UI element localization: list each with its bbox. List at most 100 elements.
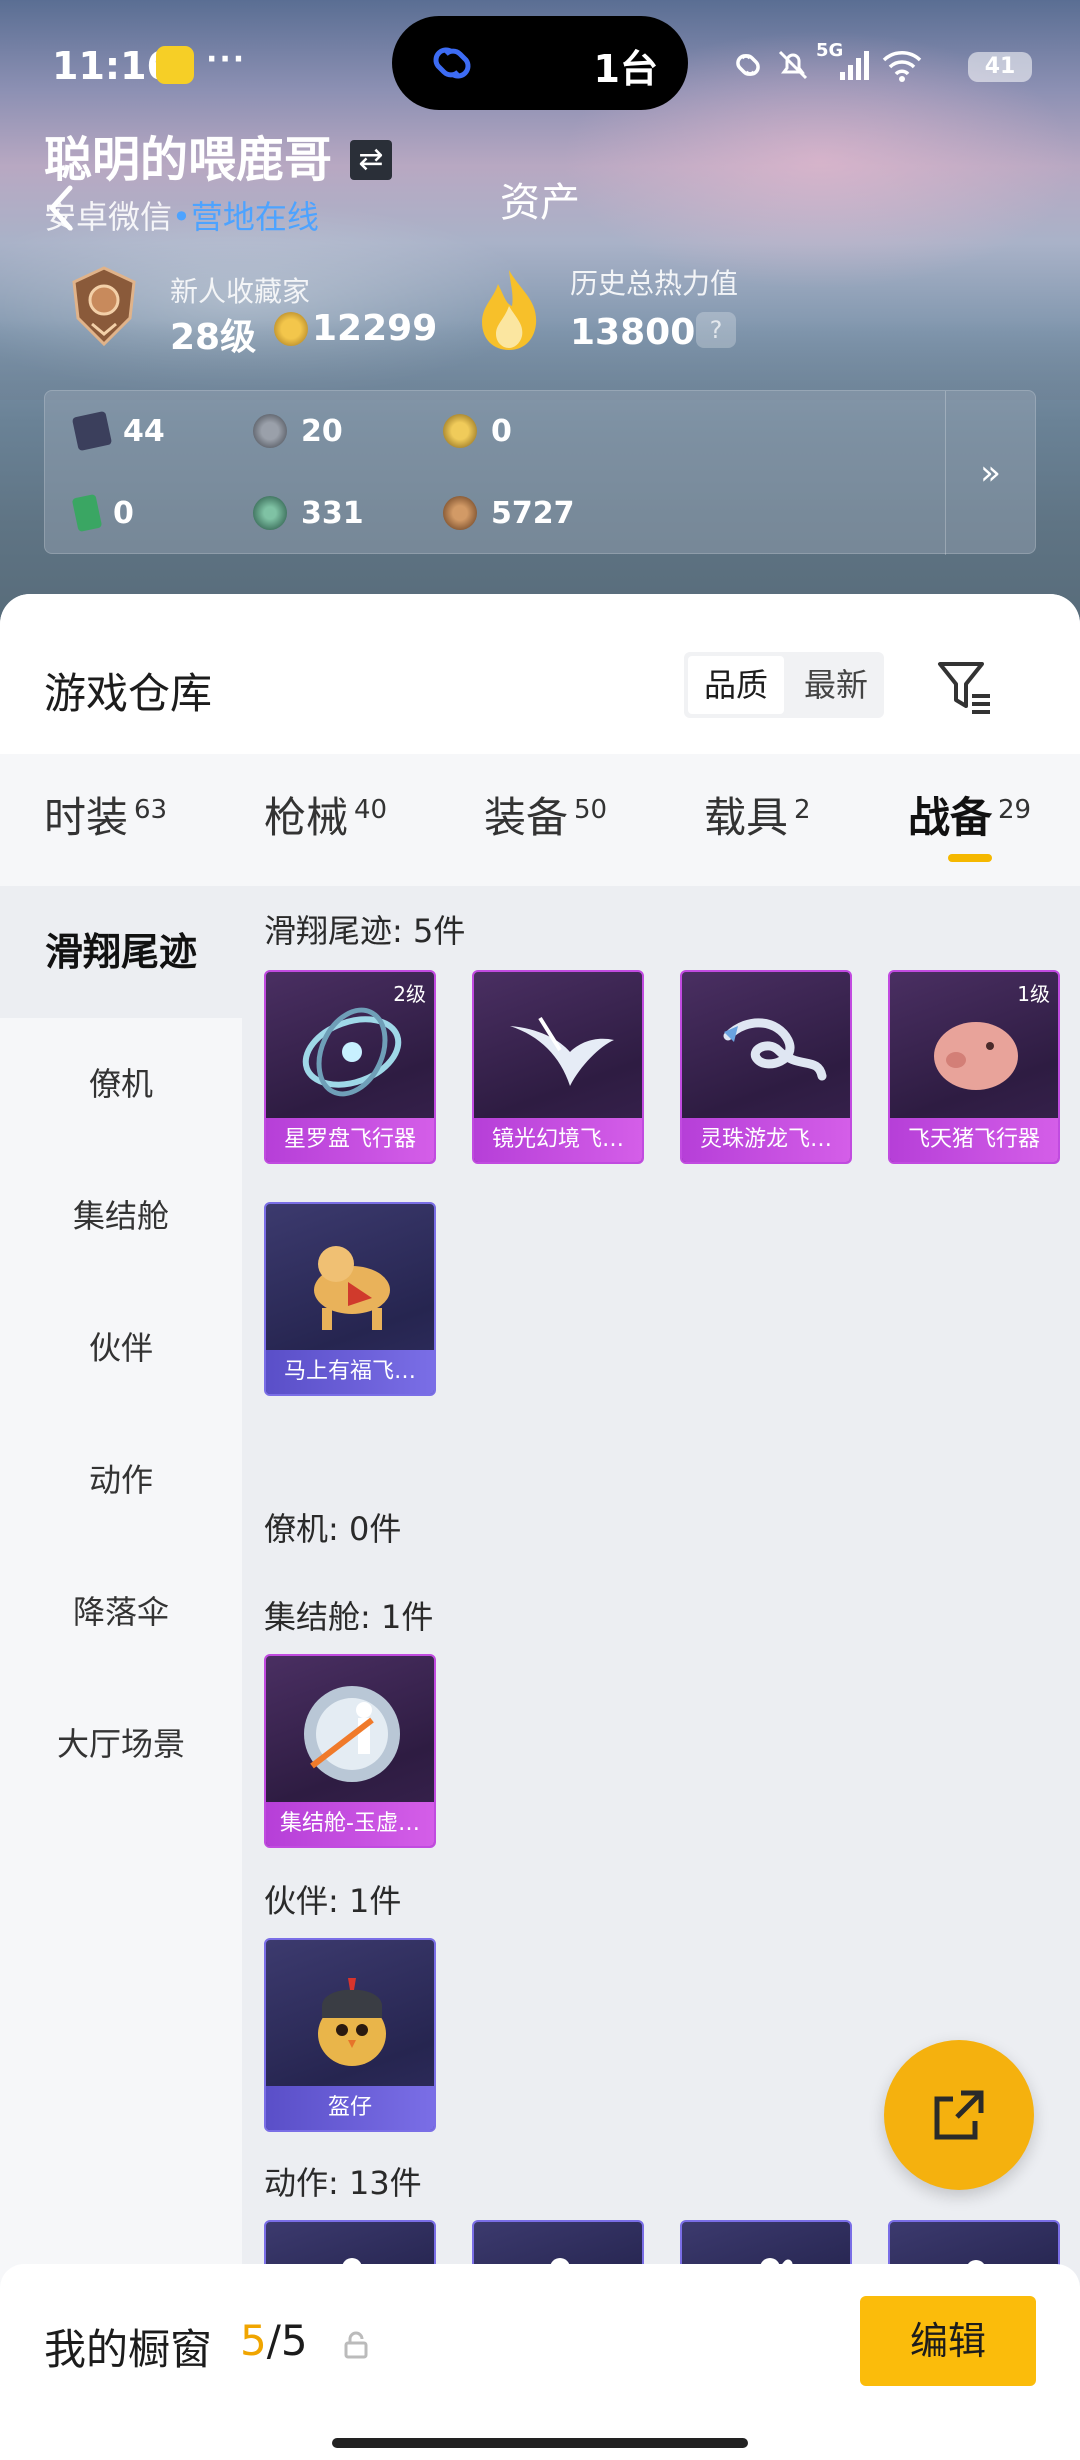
item-name: 镜光幻境飞… [474,1118,642,1162]
edit-showcase-button[interactable]: 编辑 [860,2296,1036,2386]
tab-label: 载具 [704,793,789,842]
link-icon [433,47,471,79]
sidebar-item-glide-trail[interactable]: 滑翔尾迹 [0,886,242,1018]
tab-label: 枪械 [264,793,349,842]
battery-level: 41 [968,52,1032,82]
section-title: 动作: 13件 [264,2164,422,2202]
resource-item: 5727 [443,493,575,533]
heat-value: 13800 [570,312,696,353]
resource-value: 0 [491,413,512,449]
flying-pig-icon [934,1022,1018,1090]
rank-title: 新人收藏家 [170,275,311,308]
active-tab-indicator [948,854,992,862]
sidebar-item-companion[interactable]: 伙伴 [0,1282,242,1414]
lock-icon [344,2331,368,2359]
share-icon [934,2090,984,2140]
share-button[interactable] [884,2040,1034,2190]
item-card[interactable]: 灵珠游龙飞… [680,970,852,1164]
resources-more-button[interactable]: » [945,391,1035,555]
showcase-bar: 我的橱窗 5/5 编辑 [0,2264,1080,2460]
tab-count: 50 [574,795,608,825]
tab-label: 战备 [908,793,993,842]
collector-rank-badge-icon [72,266,136,347]
showcase-label: 我的橱窗 [44,2325,213,2374]
sidebar-item-emote[interactable]: 动作 [0,1414,242,1546]
item-name: 星罗盘飞行器 [266,1118,434,1162]
mute-icon [778,50,808,80]
tab-count: 40 [354,795,388,825]
dragon-aircraft-icon [723,1018,827,1081]
item-card[interactable]: 盔仔 [264,1938,436,2132]
section-title: 集结舱: 1件 [264,1598,434,1636]
more-notifications-icon: ··· [206,42,247,77]
astrolabe-aircraft-icon [302,1007,402,1097]
flame-icon [482,270,537,350]
gold-badge-icon [443,414,477,448]
help-icon[interactable]: ? [696,312,736,348]
home-indicator[interactable] [332,2438,748,2448]
filter-icon[interactable] [934,656,994,716]
item-name: 盔仔 [266,2086,434,2130]
sidebar-item-assembly-pod[interactable]: 集结舱 [0,1150,242,1282]
resource-value: 331 [301,495,364,531]
card-icon [71,410,113,452]
resource-panel[interactable]: 44 20 0 0 331 5727 » [44,390,1036,555]
tab-vehicles[interactable]: 载具 2 [704,784,811,845]
item-name: 飞天猪飞行器 [890,1118,1058,1162]
item-card[interactable]: 集结舱-玉虚… [264,1654,436,1848]
player-subline: 安卓微信•营地在线 [44,192,319,238]
sidebar-item-parachute[interactable]: 降落伞 [0,1546,242,1678]
coin-balance: 12299 [312,308,438,349]
coin-icon [274,312,308,346]
showcase-separator: / [266,2316,281,2365]
online-status: 营地在线 [190,198,319,236]
link-icon [736,54,760,76]
item-card[interactable]: 马上有福飞… [264,1202,436,1396]
resource-value: 0 [113,495,134,531]
tab-equipment[interactable]: 装备 50 [484,784,607,845]
item-card[interactable]: 镜光幻境飞… [472,970,644,1164]
resource-value: 5727 [491,495,575,531]
player-level: 28级 [170,317,257,358]
showcase-count: 5/5 [240,2316,308,2365]
showcase-current: 5 [240,2316,267,2365]
warehouse-title: 游戏仓库 [44,669,213,718]
player-nickname: 聪明的喂鹿哥 [44,132,333,188]
app-notification-icon [156,46,194,84]
resource-item: 0 [443,411,512,451]
player-platform: 安卓微信 [44,198,173,236]
status-time: 11:16 [52,44,173,88]
mirror-light-wing-icon [510,1016,614,1086]
tab-count: 29 [998,795,1032,825]
horse-toy-icon [314,1246,390,1330]
sidebar-item-lobby-scene[interactable]: 大厅场景 [0,1678,242,1810]
bronze-coin-icon [443,496,477,530]
resource-value: 20 [301,413,343,449]
item-grid-area: 滑翔尾迹: 5件 2级 星罗盘飞行器 镜光幻境飞… 灵珠游龙飞… 1级 飞天猪飞… [242,886,1080,2460]
warehouse-sheet: 游戏仓库 品质 最新 时装 63 枪械 40 装备 50 载具 2 战备 29 滑翔尾迹 … [0,594,1080,2460]
item-card[interactable]: 2级 星罗盘飞行器 [264,970,436,1164]
online-dot: • [172,198,191,236]
item-name: 马上有福飞… [266,1350,434,1394]
chick-companion-icon [318,1978,386,2066]
tab-fashion[interactable]: 时装 63 [44,784,167,845]
category-tabs: 时装 63 枪械 40 装备 50 载具 2 战备 29 [0,754,1080,886]
resource-item: 20 [253,411,343,451]
sort-newest-button[interactable]: 最新 [788,652,884,718]
tab-label: 时装 [44,793,129,842]
item-card[interactable]: 1级 飞天猪飞行器 [888,970,1060,1164]
dynamic-island[interactable]: 1台 [392,16,688,110]
assembly-pod-icon [304,1686,400,1782]
category-sidebar: 滑翔尾迹 僚机 集结舱 伙伴 动作 降落伞 大厅场景 [0,886,242,2460]
resource-item: 331 [253,493,364,533]
sort-quality-button[interactable]: 品质 [688,656,784,714]
sort-toggle: 品质 最新 [684,652,884,718]
status-bar: 11:16 ··· 1台 5G 41 [0,0,1080,130]
section-title: 僚机: 0件 [264,1510,402,1548]
sidebar-item-wingman[interactable]: 僚机 [0,1018,242,1150]
silver-coin-icon [253,414,287,448]
switch-account-icon[interactable]: ⇄ [350,140,392,180]
tab-guns[interactable]: 枪械 40 [264,784,387,845]
tab-combat-prep[interactable]: 战备 29 [908,784,1031,845]
resource-item: 44 [71,410,165,452]
